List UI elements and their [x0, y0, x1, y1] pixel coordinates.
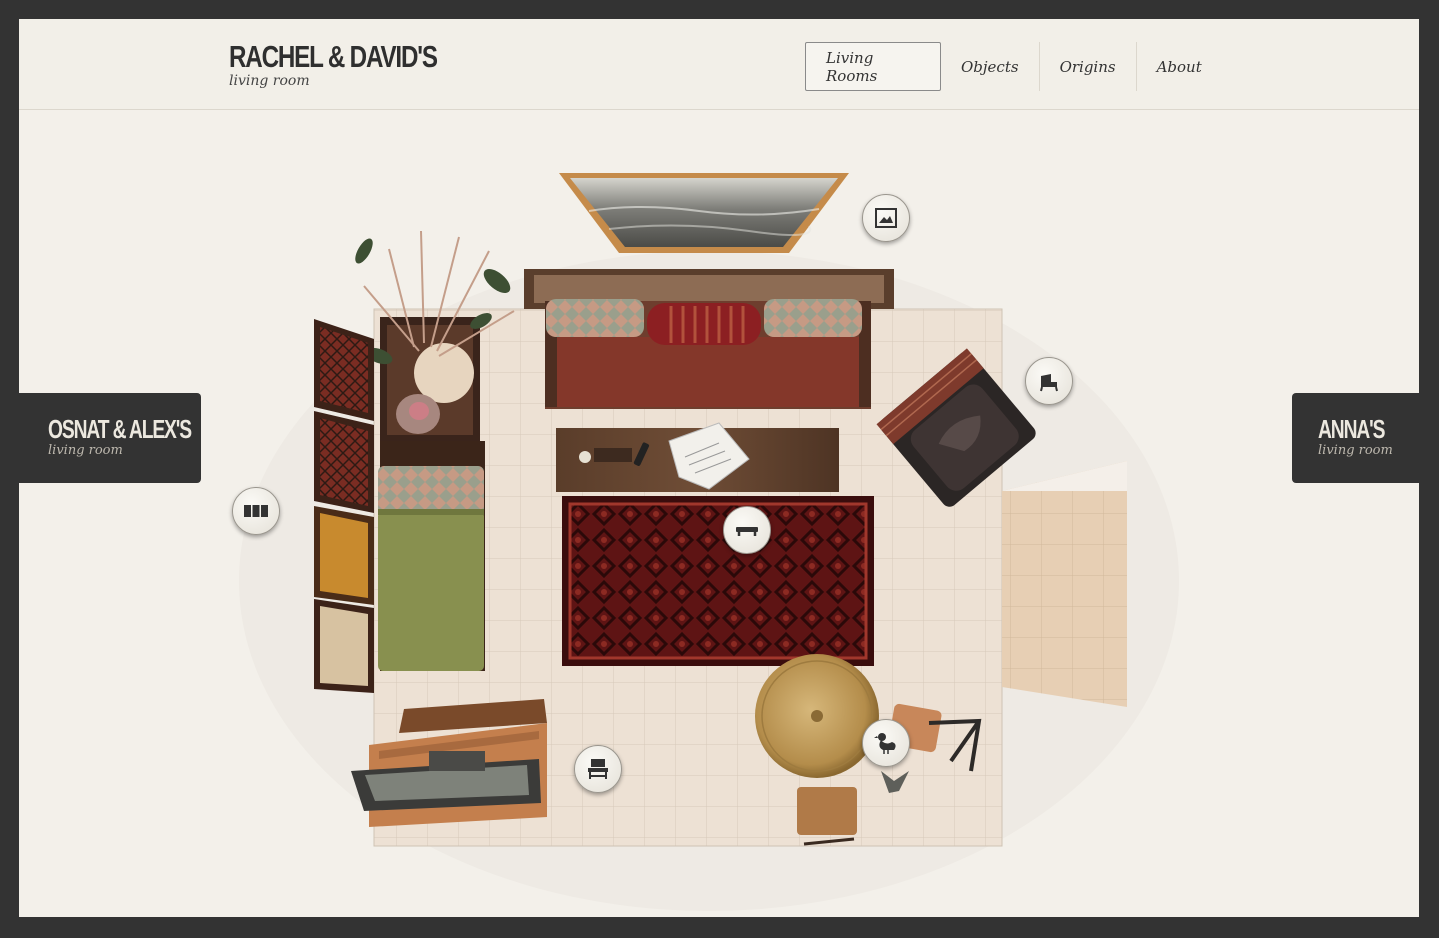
prev-room-subtitle: living room	[48, 443, 123, 458]
hotspot-picture-frame[interactable]	[862, 194, 910, 242]
page-title: RACHEL & DAVID'S	[229, 39, 438, 74]
picture-frame-icon	[875, 208, 897, 228]
room-floorplan	[19, 111, 1419, 917]
next-room-title: ANNA'S	[1318, 414, 1385, 444]
prev-room-tab[interactable]: OSNAT & ALEX'S living room	[19, 393, 201, 483]
nav-origins[interactable]: Origins	[1040, 42, 1137, 91]
bench-icon	[588, 759, 608, 779]
page: RACHEL & DAVID'S living room Living Room…	[19, 19, 1419, 917]
next-room-tab[interactable]: ANNA'S living room	[1292, 393, 1419, 483]
nav-objects[interactable]: Objects	[941, 42, 1040, 91]
main-nav: Living Rooms Objects Origins About	[805, 42, 1222, 91]
hotspot-coffee-table[interactable]	[723, 506, 771, 554]
nav-about[interactable]: About	[1137, 42, 1222, 91]
room-illustration	[239, 173, 1179, 911]
next-room-subtitle: living room	[1318, 443, 1393, 458]
brand[interactable]: RACHEL & DAVID'S living room	[229, 39, 495, 90]
duck-icon	[874, 733, 896, 754]
page-subtitle: living room	[229, 73, 310, 89]
hotspot-bookshelf[interactable]	[232, 487, 280, 535]
hotspot-armchair[interactable]	[1025, 357, 1073, 405]
header: RACHEL & DAVID'S living room Living Room…	[19, 19, 1419, 110]
nav-living-rooms[interactable]: Living Rooms	[805, 42, 941, 91]
coffee-table-icon	[736, 527, 758, 536]
hotspot-bench[interactable]	[574, 745, 622, 793]
prev-room-title: OSNAT & ALEX'S	[48, 414, 192, 444]
armchair-icon	[1040, 374, 1058, 392]
bookshelf-icon	[244, 505, 268, 517]
hotspot-duck[interactable]	[862, 719, 910, 767]
